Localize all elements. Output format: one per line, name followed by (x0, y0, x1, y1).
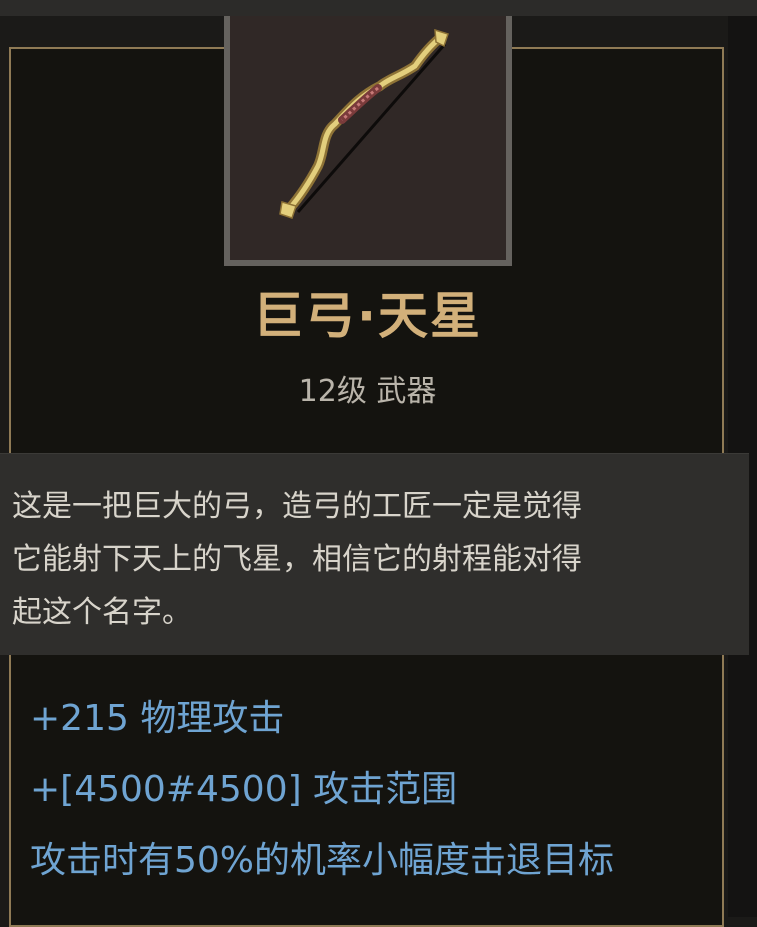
stat-attack-range: +[4500#4500] 攻击范围 (30, 769, 458, 810)
description-line: 起这个名字。 (12, 595, 192, 630)
top-bar (0, 0, 757, 16)
description-line: 它能射下天上的飞星，相信它的射程能对得 (12, 542, 582, 577)
great-bow-icon (279, 28, 449, 219)
stat-knockback-effect: 攻击时有50%的机率小幅度击退目标 (30, 840, 615, 881)
description-line: 这是一把巨大的弓，造弓的工匠一定是觉得 (12, 489, 582, 524)
item-description: 这是一把巨大的弓，造弓的工匠一定是觉得 它能射下天上的飞星，相信它的射程能对得 … (0, 453, 749, 655)
stat-physical-attack: +215 物理攻击 (30, 698, 285, 739)
item-icon-frame (224, 16, 512, 266)
item-name: 巨弓·天星 (253, 287, 482, 345)
item-level-type: 12级 武器 (298, 374, 437, 409)
